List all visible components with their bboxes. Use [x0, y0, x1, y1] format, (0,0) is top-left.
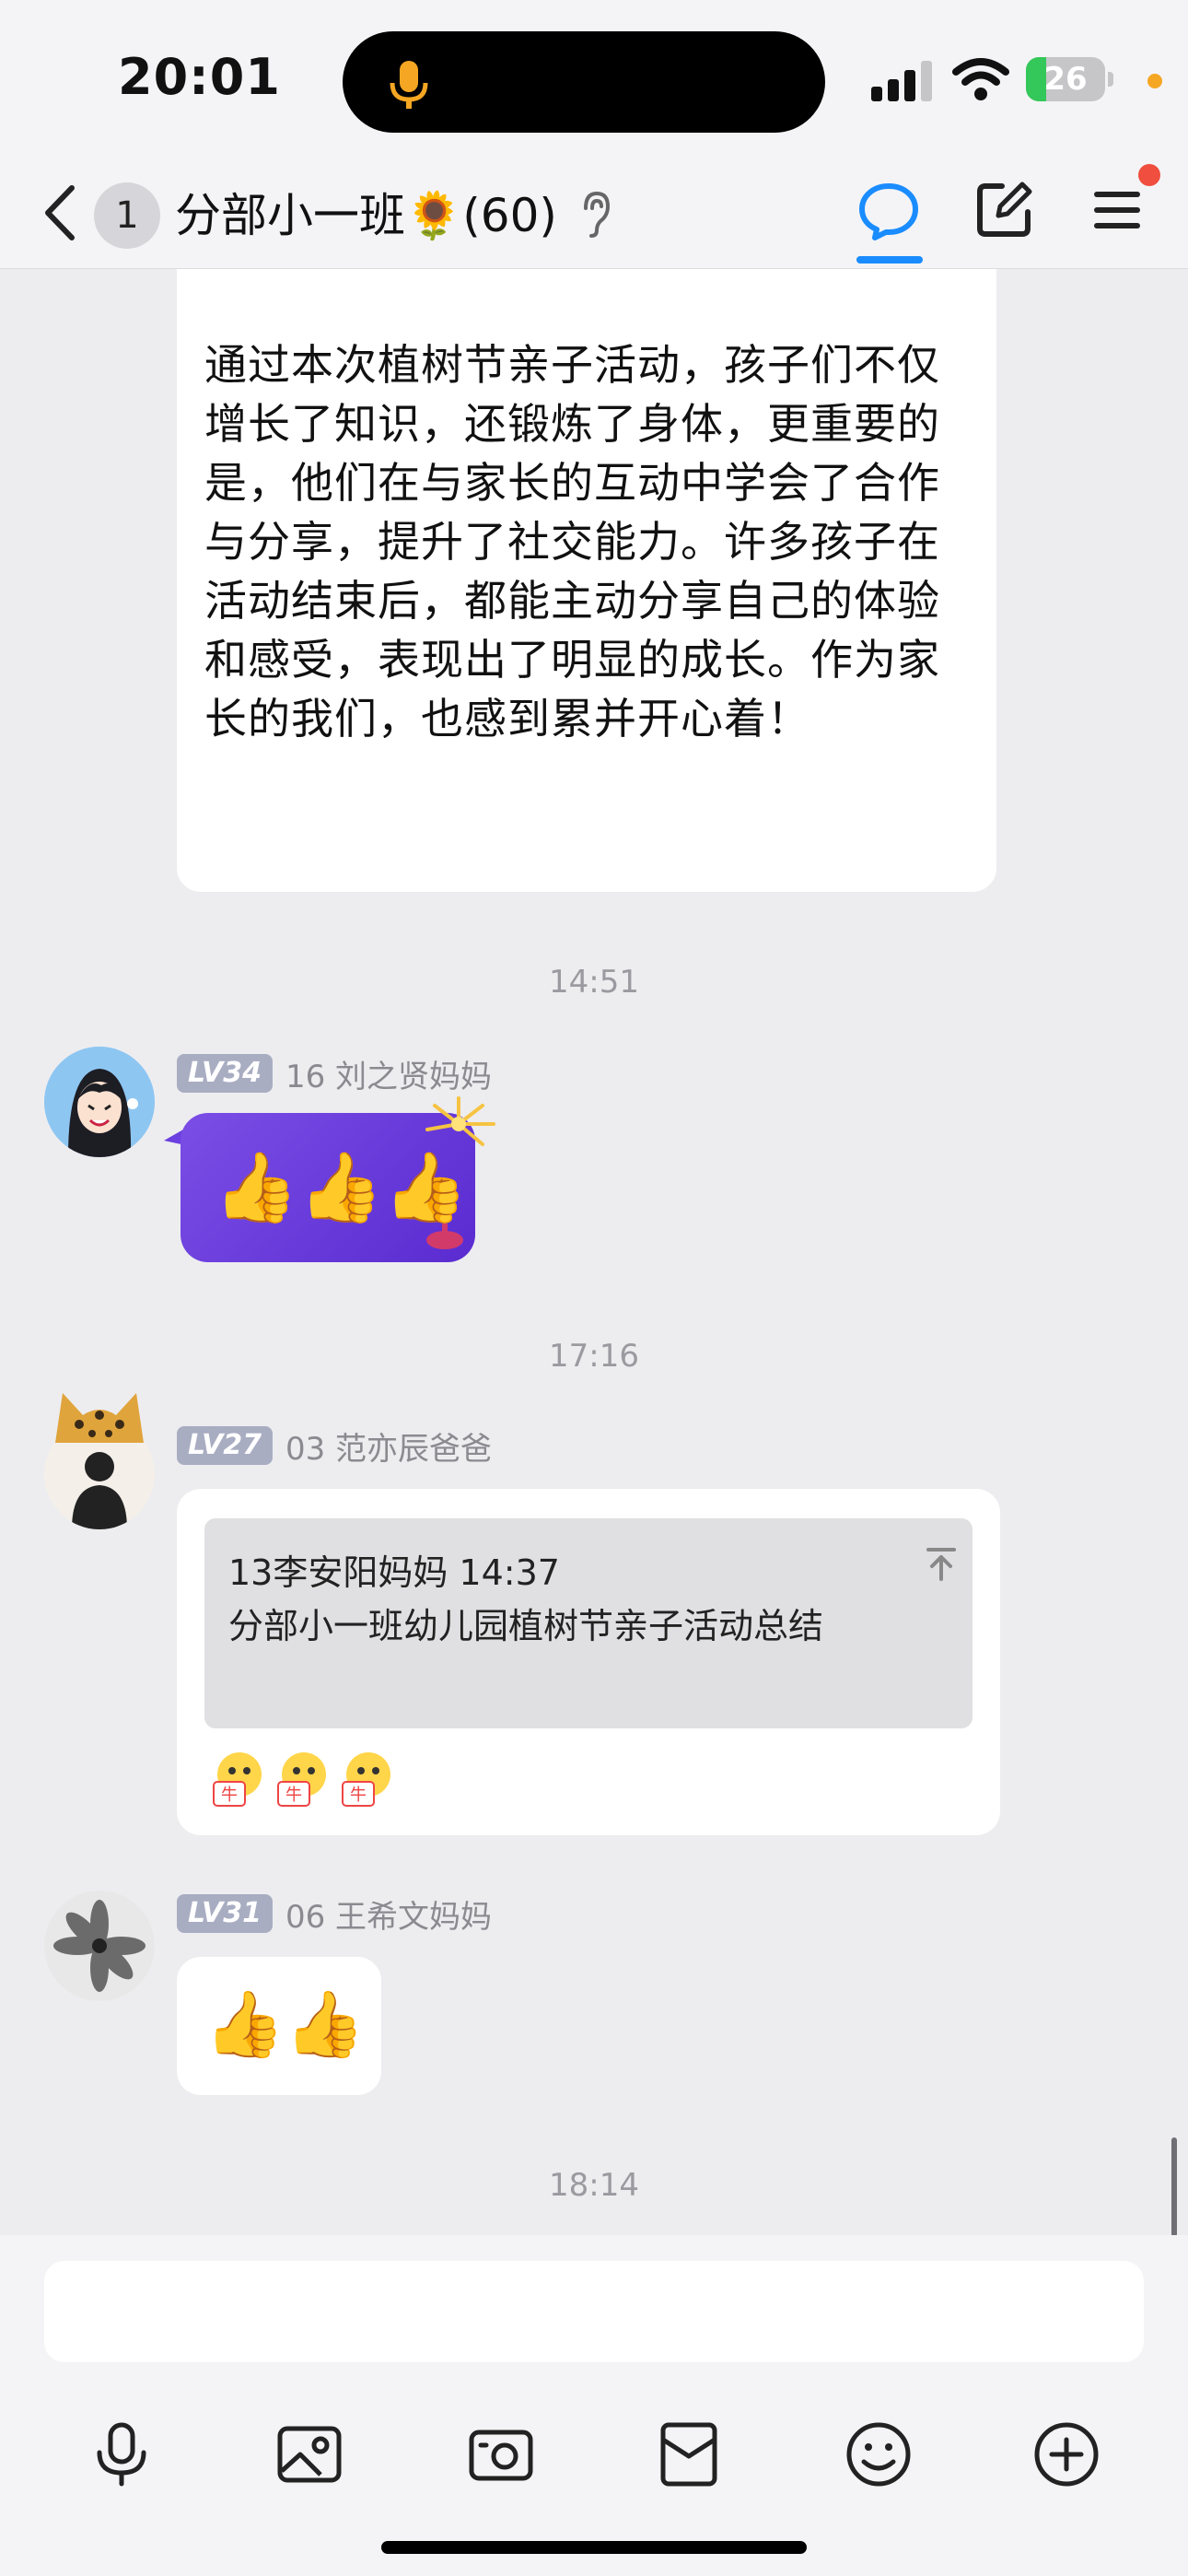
message-input[interactable]	[44, 2261, 1144, 2362]
privacy-indicator-dot	[1147, 74, 1162, 88]
avatar[interactable]	[44, 1891, 155, 2001]
quoted-message[interactable]: 13李安阳妈妈 14:37 分部小一班幼儿园植树节亲子活动总结	[204, 1518, 973, 1728]
input-bar	[0, 2235, 1188, 2576]
timestamp: 14:51	[549, 964, 639, 1001]
chat-bubble-icon[interactable]	[856, 179, 921, 243]
wifi-icon	[952, 58, 1009, 100]
jump-to-quote-icon[interactable]	[925, 1546, 958, 1583]
sender-row: LV27 03 范亦辰爸爸	[177, 1423, 492, 1469]
menu-notification-dot	[1138, 164, 1160, 186]
svg-text:牛: 牛	[221, 1786, 238, 1805]
cellular-signal-icon	[871, 61, 932, 101]
compose-icon[interactable]	[974, 179, 1035, 240]
ear-icon[interactable]	[577, 188, 613, 240]
lantern-decoration-icon	[426, 1224, 463, 1249]
sender-name[interactable]: 06 王希文妈妈	[285, 1891, 492, 1937]
unread-count-badge[interactable]: 1	[94, 182, 160, 249]
microphone-in-use-icon	[390, 61, 428, 109]
quoted-text: 分部小一班幼儿园植树节亲子活动总结	[228, 1606, 824, 1646]
awesome-emoji-icon: 牛	[213, 1752, 262, 1807]
thumbs-up-emojis: 👍👍	[204, 1986, 366, 2062]
camera-icon[interactable]	[466, 2419, 536, 2489]
thumbs-up-emojis: 👍👍👍	[214, 1148, 469, 1227]
sender-name[interactable]: 16 刘之贤妈妈	[285, 1051, 492, 1096]
awesome-emoji-icon: 牛	[277, 1752, 326, 1807]
emoji-icon[interactable]	[844, 2419, 914, 2489]
quoted-sender-time: 13李安阳妈妈 14:37	[228, 1552, 560, 1593]
svg-text:牛: 牛	[285, 1786, 302, 1805]
level-badge: LV34	[177, 1054, 273, 1093]
back-chevron-icon[interactable]	[39, 182, 79, 243]
dynamic-island	[343, 31, 825, 133]
awesome-emoji-icon: 牛	[342, 1752, 390, 1807]
level-badge: LV27	[177, 1426, 273, 1465]
emoji-message-bubble[interactable]: 👍👍	[177, 1957, 381, 2095]
status-time: 20:01	[118, 48, 281, 106]
group-title[interactable]: 分部小一班🌻(60)	[175, 182, 557, 249]
status-bar: 20:01 26	[0, 0, 1188, 157]
menu-icon[interactable]	[1090, 182, 1144, 238]
scrollbar[interactable]	[1171, 2137, 1177, 2237]
svg-text:牛: 牛	[350, 1786, 367, 1805]
reply-message-bubble[interactable]: 13李安阳妈妈 14:37 分部小一班幼儿园植树节亲子活动总结 牛 牛 牛	[177, 1489, 1000, 1835]
home-indicator	[381, 2541, 807, 2554]
timestamp: 18:14	[549, 2167, 639, 2204]
battery-indicator: 26	[1026, 57, 1114, 101]
level-badge: LV31	[177, 1894, 273, 1933]
leopard-ears-decoration-icon	[55, 1393, 144, 1443]
firework-decoration-icon	[425, 1096, 495, 1146]
photo-icon[interactable]	[274, 2419, 344, 2489]
sender-row: LV31 06 王希文妈妈	[177, 1891, 492, 1937]
avatar[interactable]	[44, 1047, 155, 1157]
chat-header: 1 分部小一班🌻(60)	[0, 157, 1188, 269]
plus-icon[interactable]	[1031, 2419, 1101, 2489]
message-text: 通过本次植树节亲子活动，孩子们不仅增长了知识，还锻炼了身体，更重要的是，他们在与…	[204, 340, 940, 744]
red-packet-icon[interactable]	[654, 2419, 724, 2489]
text-message-bubble[interactable]: 通过本次植树节亲子活动，孩子们不仅增长了知识，还锻炼了身体，更重要的是，他们在与…	[177, 269, 996, 892]
battery-level: 26	[1043, 61, 1088, 98]
sender-row: LV34 16 刘之贤妈妈	[177, 1052, 492, 1095]
microphone-icon[interactable]	[87, 2419, 157, 2489]
timestamp: 17:16	[549, 1338, 639, 1375]
sender-name[interactable]: 03 范亦辰爸爸	[285, 1423, 492, 1469]
chat-tab-underline	[856, 256, 923, 263]
